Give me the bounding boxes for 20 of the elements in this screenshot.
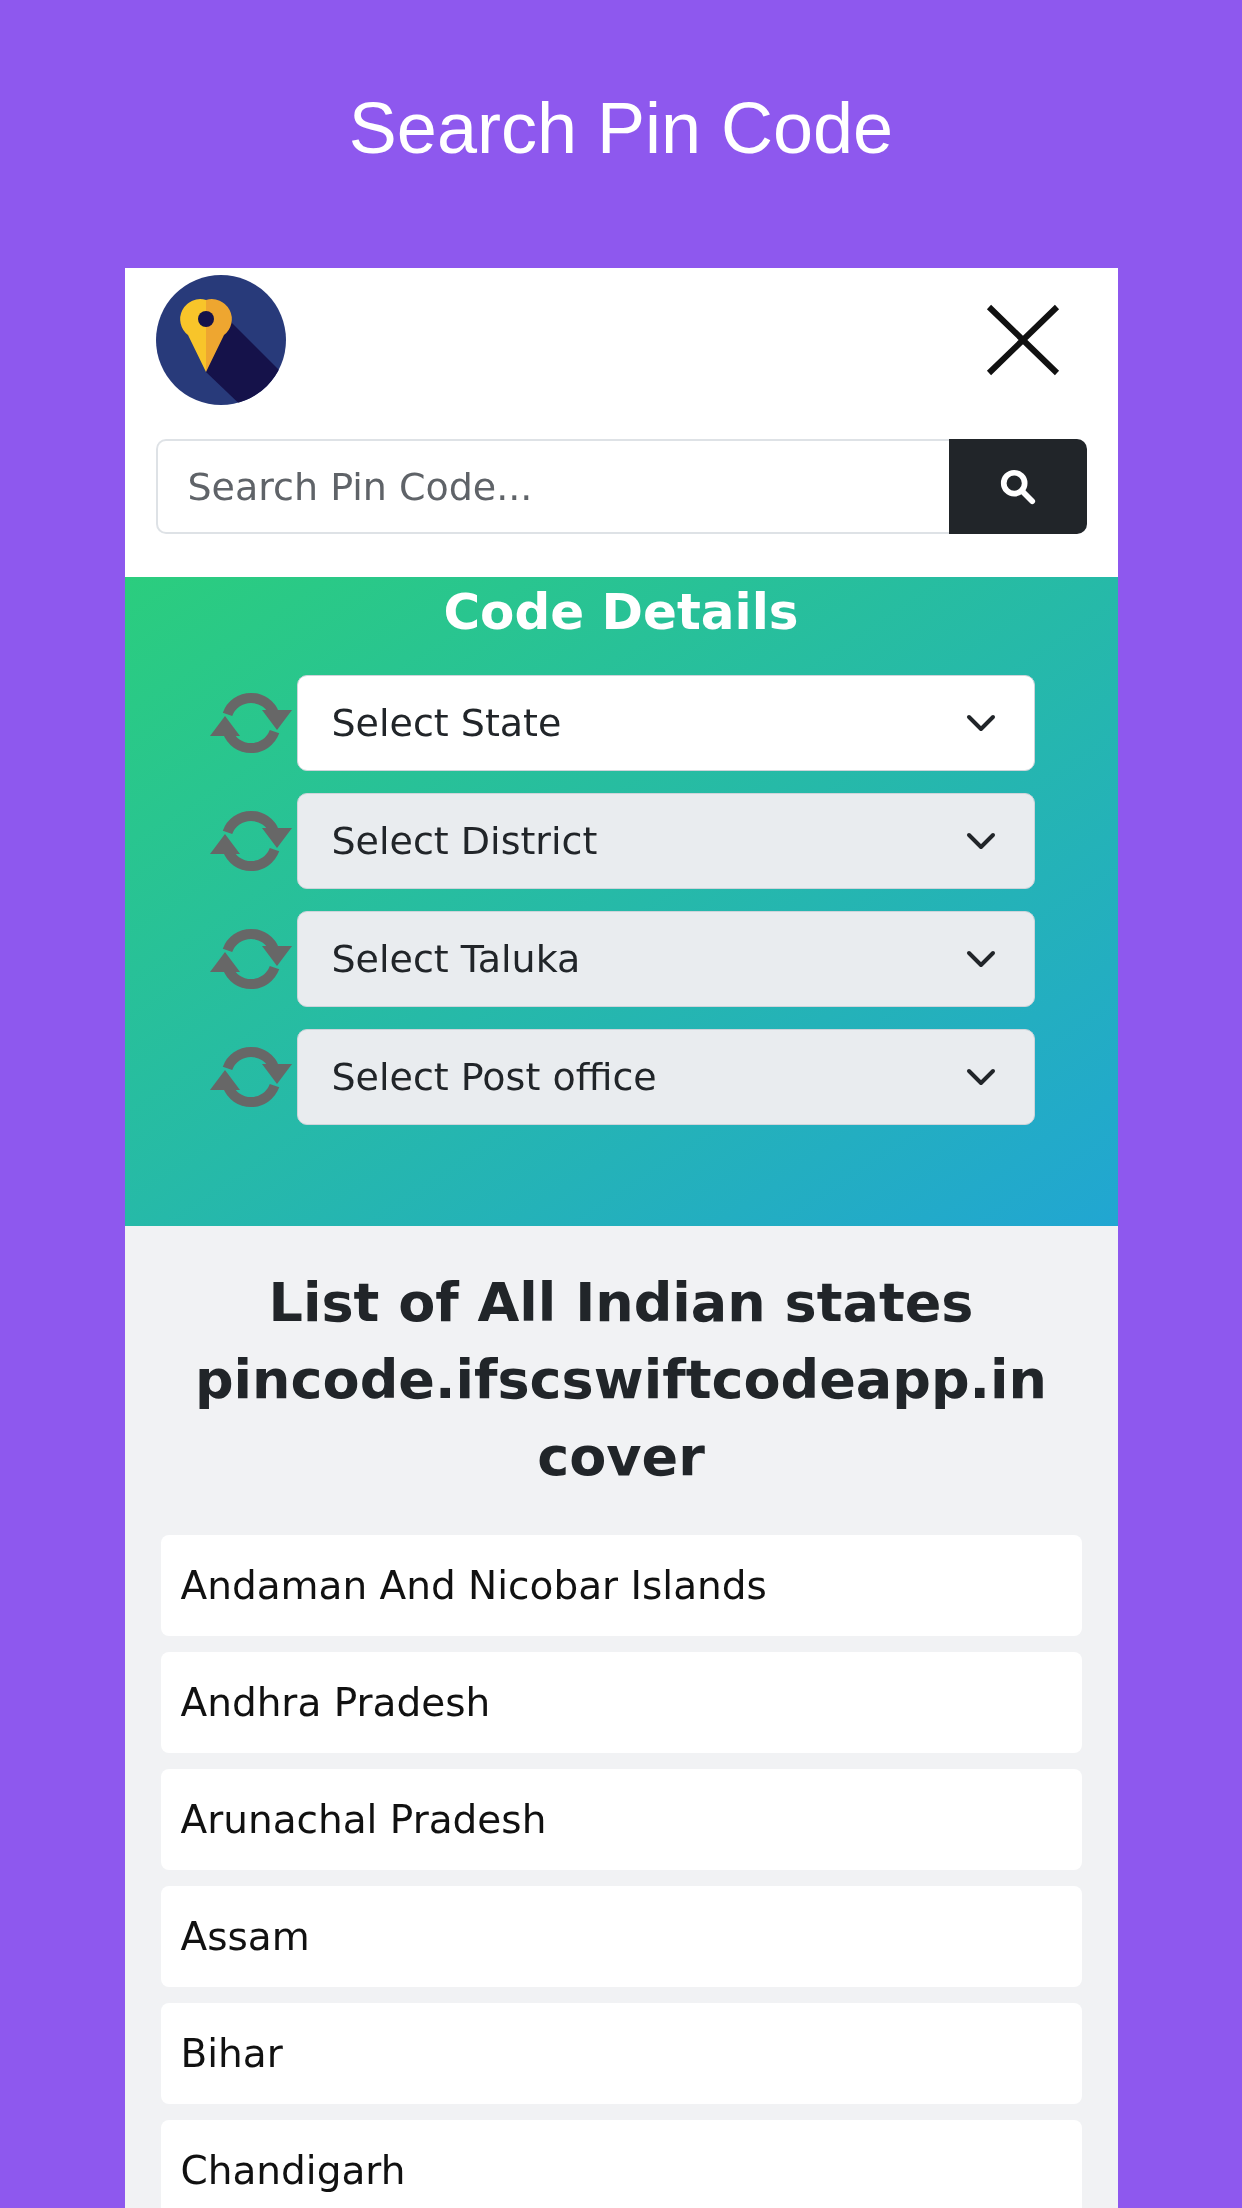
chevron-down-icon [965,950,996,968]
chevron-down-icon [965,1068,996,1086]
search-icon [998,467,1037,506]
state-list-item[interactable]: Bihar [160,2003,1082,2104]
location-pin-icon [155,275,286,405]
list-heading: List of All Indian states pincode.ifscswiftcodeapp.in cover [193,1270,1049,1490]
search-button[interactable] [948,439,1087,534]
section-title: Code Details [442,582,800,643]
chevron-down-icon [965,832,996,850]
close-icon [985,304,1060,376]
chevron-down-icon [965,714,996,732]
state-list-item[interactable]: Andhra Pradesh [160,1652,1082,1753]
state-list-item[interactable]: Andaman And Nicobar Islands [160,1535,1082,1636]
search-field[interactable]: Search Pin Code... [155,439,949,534]
state-list-item[interactable]: Chandigarh [160,2120,1082,2208]
page-title: Search Pin Code [348,88,894,168]
close-button[interactable] [985,304,1060,376]
state-list-item[interactable]: Assam [160,1886,1082,1987]
state-list-item[interactable]: Arunachal Pradesh [160,1769,1082,1870]
dropdown-select[interactable]: Select State [296,675,1035,771]
